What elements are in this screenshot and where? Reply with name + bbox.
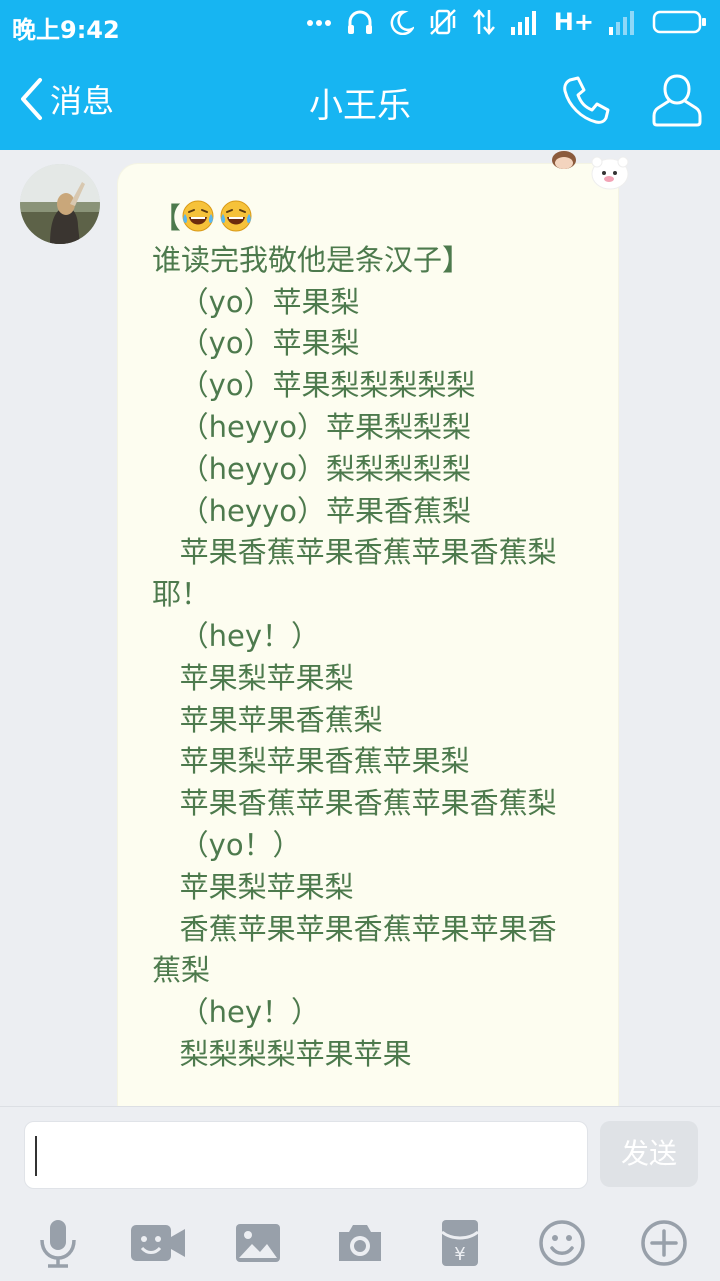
chat-area[interactable]: 【谁读完我敬他是条汉子】 （yo）苹果梨 （yo）苹果梨 （yo）苹果梨梨梨梨梨… [0, 150, 720, 1106]
status-icons: H+ [306, 8, 708, 36]
message-line: 苹果梨苹果梨 [152, 658, 572, 700]
plus-button[interactable] [634, 1213, 694, 1273]
message-line-text: （yo）苹果梨 [152, 284, 360, 319]
message-line: 香蕉苹果苹果香蕉苹果苹果香蕉梨 [152, 909, 572, 993]
image-icon [236, 1224, 280, 1262]
headphones-icon [347, 10, 372, 34]
message-line: 苹果梨苹果梨 [152, 867, 572, 909]
message-line: 苹果香蕉苹果香蕉苹果香蕉梨 耶！ [152, 532, 572, 616]
signal-icon [510, 11, 536, 35]
text-caret [35, 1136, 37, 1176]
red-packet-button[interactable]: ¥ [430, 1213, 490, 1273]
message-input-field[interactable] [43, 1132, 577, 1180]
data-arrows-icon [472, 9, 495, 35]
camera-icon [339, 1225, 381, 1261]
message-line-text: （yo！） [152, 827, 302, 862]
message-line: （heyyo）苹果梨梨梨 [152, 407, 572, 449]
message-line-text: 苹果香蕉苹果香蕉苹果香蕉梨 [152, 786, 557, 821]
status-time: 晚上9:42 [12, 16, 120, 44]
microphone-icon [40, 1220, 76, 1268]
message-line: （hey！） [152, 992, 572, 1034]
message-line: （heyyo）苹果香蕉梨 [152, 491, 572, 533]
message-line-text: （heyyo）梨梨梨梨梨 [152, 451, 471, 486]
phone-call-button[interactable] [560, 74, 612, 130]
message-line: 苹果梨苹果香蕉苹果梨 [152, 741, 572, 783]
message-line: （heyyo）梨梨梨梨梨 [152, 449, 572, 491]
phone-icon [563, 76, 610, 124]
message-line: 苹果苹果香蕉梨 [152, 700, 572, 742]
message-input[interactable] [24, 1121, 588, 1189]
status-bar: 晚上9:42 H+ [0, 0, 720, 50]
message-line: 梨梨梨梨苹果苹果 [152, 1034, 572, 1076]
message-line-text: （heyyo）苹果香蕉梨 [152, 493, 471, 528]
message-text: 【谁读完我敬他是条汉子】 （yo）苹果梨 （yo）苹果梨 （yo）苹果梨梨梨梨梨… [152, 198, 572, 1076]
message-line: （yo）苹果梨 [152, 323, 572, 365]
page-title: 小王乐 [309, 86, 411, 126]
message-line: （yo）苹果梨 [152, 282, 572, 324]
svg-text:¥: ¥ [454, 1244, 465, 1265]
voice-button[interactable] [28, 1213, 88, 1273]
more-dots-icon [306, 20, 331, 26]
video-emoji-icon [131, 1225, 185, 1261]
emoji-icon [539, 1220, 585, 1266]
laughing-tears-emoji [181, 199, 215, 233]
chat-header: 消息 小王乐 [0, 50, 720, 150]
input-toolbar: ¥ [0, 1213, 720, 1273]
message-line-text: 苹果梨苹果梨 [152, 869, 354, 904]
red-packet-icon: ¥ [441, 1220, 479, 1266]
message-line-text: 苹果梨苹果梨 [152, 660, 354, 695]
message-line-text: 香蕉苹果苹果香蕉苹果苹果香蕉梨 [152, 911, 557, 988]
battery-icon [652, 10, 706, 34]
message-line-text: 苹果梨苹果香蕉苹果梨 [152, 744, 470, 779]
message-line-text: （hey！） [152, 618, 321, 653]
profile-icon [652, 74, 702, 127]
input-bar: 发送 ¥ [0, 1106, 720, 1281]
message-line-text: 梨梨梨梨苹果苹果 [152, 1036, 412, 1071]
bubble-decoration [548, 150, 638, 198]
message-line-text: （yo）苹果梨 [152, 326, 360, 361]
message-line: 苹果香蕉苹果香蕉苹果香蕉梨 [152, 783, 572, 825]
avatar[interactable] [20, 164, 100, 244]
laughing-tears-emoji [219, 199, 253, 233]
message-line-text: （yo）苹果梨梨梨梨梨 [152, 368, 476, 403]
plus-icon [641, 1220, 687, 1266]
vibrate-off-icon [429, 9, 456, 35]
message-line-text: 【 [152, 201, 182, 235]
avatar-photo [20, 164, 100, 244]
message-line: 【谁读完我敬他是条汉子】 [152, 198, 572, 282]
image-button[interactable] [228, 1213, 288, 1273]
message-line: （yo！） [152, 825, 572, 867]
video-emoji-button[interactable] [128, 1213, 188, 1273]
emoji-button[interactable] [532, 1213, 592, 1273]
message-line: （hey！） [152, 616, 572, 658]
moon-icon [390, 10, 414, 35]
network-type: H+ [553, 8, 594, 36]
camera-button[interactable] [330, 1213, 390, 1273]
message-line-text: 苹果苹果香蕉梨 [152, 702, 383, 737]
message-line-text: （hey！） [152, 995, 321, 1030]
profile-button[interactable] [652, 72, 702, 132]
message-line: （yo）苹果梨梨梨梨梨 [152, 365, 572, 407]
message-line-text: 谁读完我敬他是条汉子】 [152, 242, 472, 277]
message-line-text: 苹果香蕉苹果香蕉苹果香蕉梨 耶！ [152, 535, 566, 612]
signal-weak-icon [609, 11, 634, 35]
message-line-text: （heyyo）苹果梨梨梨 [152, 409, 471, 444]
send-button[interactable]: 发送 [600, 1121, 698, 1187]
